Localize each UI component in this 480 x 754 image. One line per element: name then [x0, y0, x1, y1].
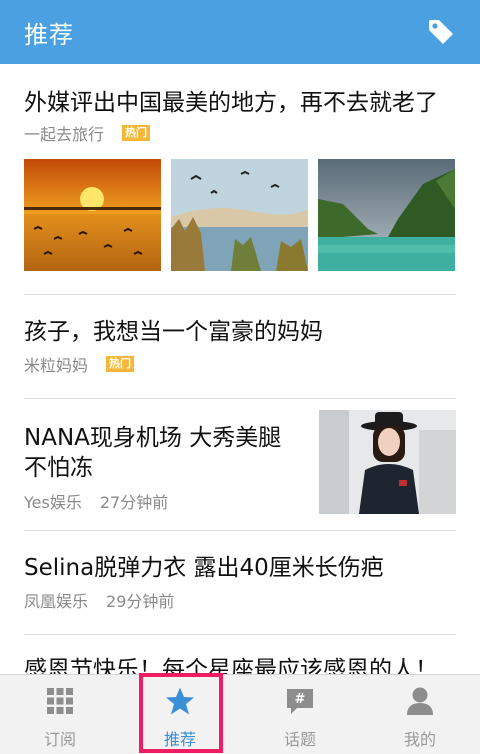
tab-label: 话题 — [283, 730, 316, 749]
hot-badge: 热门 — [106, 356, 135, 372]
hashtag-chat-icon: # — [287, 689, 313, 714]
article-time: 29分钟前 — [106, 592, 175, 611]
wetland-thumbnail[interactable] — [171, 159, 308, 271]
article-meta: Yes娱乐 27分钟前 — [24, 489, 168, 513]
article-item[interactable]: 孩子，我想当一个富豪的妈妈 米粒妈妈 热门 — [24, 295, 456, 399]
article-time: 27分钟前 — [99, 493, 169, 512]
article-meta: 凤凰娱乐 29分钟前 — [24, 588, 174, 612]
article-source: 一起去旅行 — [24, 125, 105, 144]
article-title[interactable]: 外媒评出中国最美的地方，再不去就老了 — [24, 88, 438, 118]
article-meta: 米粒妈妈 热门 — [24, 352, 135, 376]
tag-icon[interactable] — [426, 17, 456, 47]
lake-mountain-thumbnail[interactable] — [318, 159, 455, 271]
article-title[interactable]: Selina脱弹力衣 露出40厘米长伤疤 — [24, 553, 384, 583]
article-item[interactable]: NANA现身机场 大秀美腿不怕冻 Yes娱乐 27分钟前 — [24, 399, 456, 531]
tab-label: 我的 — [403, 730, 436, 749]
bottom-tab-bar: 订阅 推荐 # 话题 我的 — [0, 673, 480, 754]
article-title[interactable]: 感恩节快乐！每个星座最应该感恩的人！ — [24, 655, 438, 674]
article-title[interactable]: NANA现身机场 大秀美腿不怕冻 — [24, 423, 304, 483]
sunset-thumbnail[interactable] — [24, 159, 161, 271]
celebrity-photo[interactable] — [319, 410, 456, 514]
thumbnail-row — [24, 159, 455, 271]
tab-mine[interactable]: 我的 — [360, 675, 480, 754]
tab-label: 推荐 — [163, 730, 196, 749]
user-icon — [407, 687, 433, 715]
article-source: Yes娱乐 — [24, 493, 82, 512]
article-title[interactable]: 孩子，我想当一个富豪的妈妈 — [24, 317, 323, 347]
top-bar: 推荐 — [0, 0, 480, 64]
article-source: 米粒妈妈 — [24, 356, 89, 375]
svg-text:#: # — [295, 692, 306, 707]
article-item[interactable]: 感恩节快乐！每个星座最应该感恩的人！ — [24, 635, 456, 674]
tab-label: 订阅 — [43, 730, 76, 749]
tab-subscribe[interactable]: 订阅 — [0, 675, 120, 754]
news-feed[interactable]: 外媒评出中国最美的地方，再不去就老了 一起去旅行 热门 孩子，我想当一个富豪的妈… — [0, 64, 480, 674]
tab-topics[interactable]: # 话题 — [240, 675, 360, 754]
article-meta: 一起去旅行 热门 — [24, 121, 151, 145]
article-item[interactable]: Selina脱弹力衣 露出40厘米长伤疤 凤凰娱乐 29分钟前 — [24, 531, 456, 635]
star-icon — [166, 687, 194, 715]
article-source: 凤凰娱乐 — [24, 592, 89, 611]
article-item[interactable]: 外媒评出中国最美的地方，再不去就老了 一起去旅行 热门 — [24, 64, 456, 295]
hot-badge: 热门 — [122, 125, 151, 141]
tab-recommend[interactable]: 推荐 — [120, 673, 240, 754]
grid-icon — [47, 688, 73, 714]
page-title: 推荐 — [24, 20, 74, 49]
